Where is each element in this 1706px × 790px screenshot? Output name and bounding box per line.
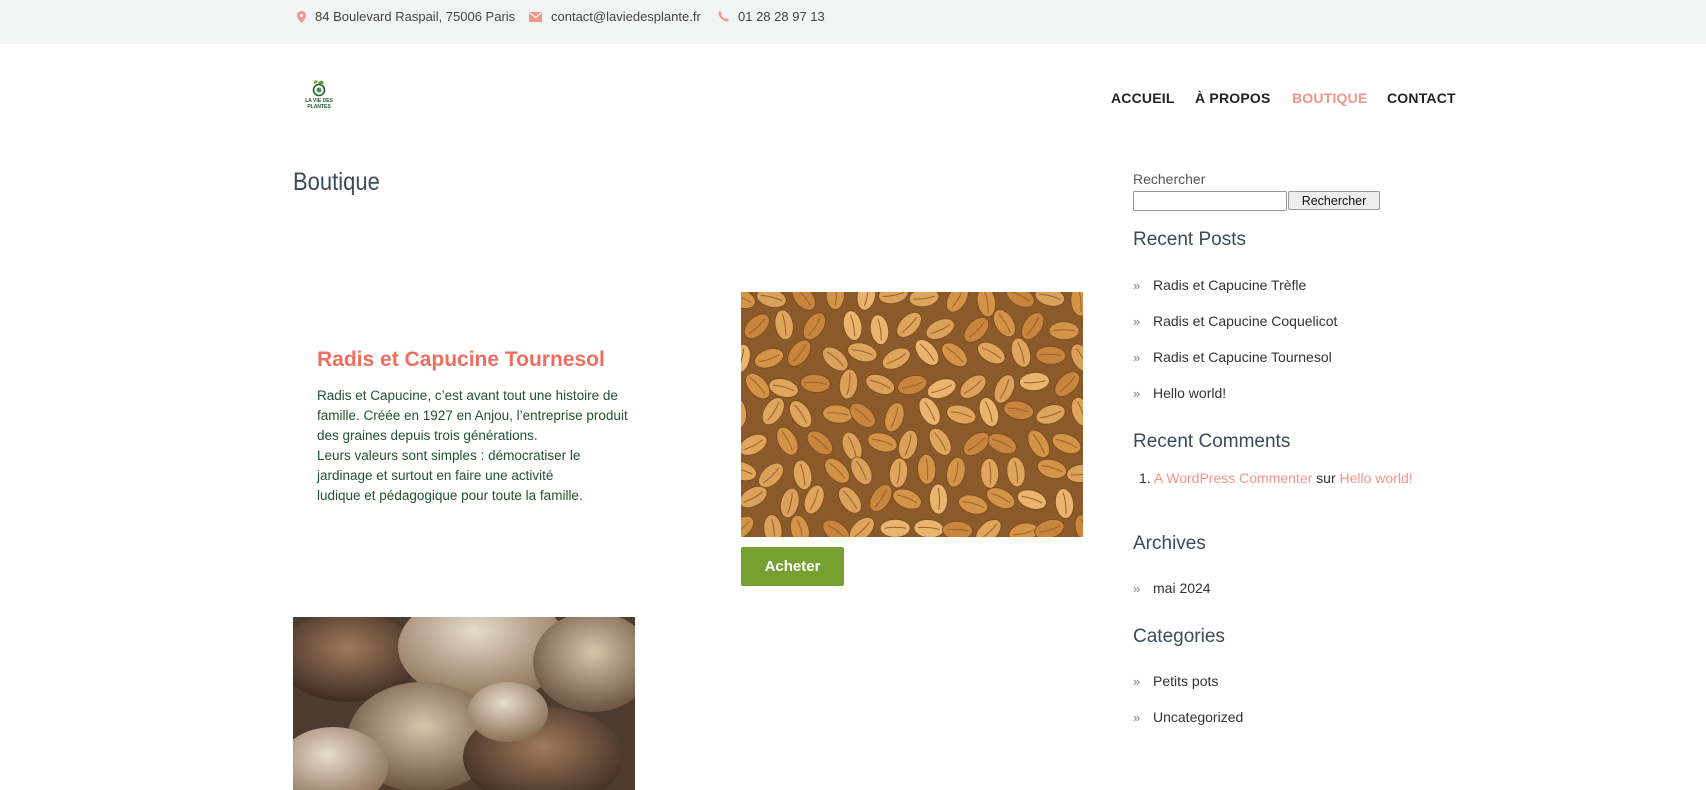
nav-accueil[interactable]: ACCUEIL: [1111, 90, 1175, 106]
chevron-right-icon: »: [1133, 673, 1141, 689]
phone-icon: [718, 11, 729, 22]
nav-boutique[interactable]: BOUTIQUE: [1292, 90, 1368, 106]
comment-author-link[interactable]: A WordPress Commenter: [1154, 470, 1312, 486]
product-desc-line: Radis et Capucine, c’est avant tout une …: [317, 388, 618, 403]
wheat-seeds-image: [741, 292, 1083, 537]
email-info[interactable]: contact@laviedesplante.fr: [529, 9, 701, 24]
email-link[interactable]: contact@laviedesplante.fr: [551, 9, 701, 24]
map-marker-icon: [297, 10, 306, 23]
chevron-right-icon: »: [1133, 709, 1141, 725]
comment-separator: sur: [1316, 470, 1336, 486]
product-desc-line: Leurs valeurs sont simples : démocratise…: [317, 448, 581, 463]
phone-info[interactable]: 01 28 28 97 13: [718, 9, 825, 24]
svg-text:PLANTES: PLANTES: [307, 104, 331, 110]
page-title: Boutique: [293, 168, 380, 196]
product-desc-line: famille. Créée en 1927 en Anjou, l’entre…: [317, 408, 628, 423]
categories-list: » Petits pots » Uncategorized: [1133, 663, 1243, 735]
chevron-right-icon: »: [1133, 385, 1141, 401]
envelope-icon: [529, 11, 542, 22]
categories-title: Categories: [1133, 626, 1225, 647]
recent-posts-title: Recent Posts: [1133, 229, 1246, 250]
address-text: 84 Boulevard Raspail, 75006 Paris: [315, 9, 516, 24]
buckwheat-seeds-image: [293, 617, 635, 790]
top-info-bar: 84 Boulevard Raspail, 75006 Paris contac…: [0, 0, 1706, 44]
recent-post-item[interactable]: » Radis et Capucine Trèfle: [1133, 267, 1337, 303]
recent-posts-list: » Radis et Capucine Trèfle » Radis et Capu…: [1133, 267, 1337, 411]
product-desc-line: ludique et pédagogique pour toute la fam…: [317, 488, 583, 503]
recent-post-item[interactable]: » Radis et Capucine Coquelicot: [1133, 303, 1337, 339]
chevron-right-icon: »: [1133, 313, 1141, 329]
recent-post-item[interactable]: » Radis et Capucine Tournesol: [1133, 339, 1337, 375]
comment-post-link[interactable]: Hello world!: [1340, 470, 1413, 486]
search-label: Rechercher: [1133, 171, 1206, 187]
category-item[interactable]: » Uncategorized: [1133, 699, 1243, 735]
search-button[interactable]: Rechercher: [1288, 191, 1380, 210]
nav-a-propos[interactable]: À PROPOS: [1195, 90, 1271, 106]
phone-text[interactable]: 01 28 28 97 13: [738, 9, 825, 24]
recent-comments-title: Recent Comments: [1133, 431, 1291, 452]
product-desc-line: jardinage et surtout en faire une activi…: [317, 468, 554, 483]
search-input[interactable]: [1133, 191, 1287, 211]
product-desc-line: des graines depuis trois générations.: [317, 428, 538, 443]
product-title[interactable]: Radis et Capucine Tournesol: [317, 348, 605, 372]
archives-list: » mai 2024: [1133, 570, 1211, 606]
nav-contact[interactable]: CONTACT: [1387, 90, 1456, 106]
comment-number: 1.: [1139, 470, 1151, 486]
product-description: Radis et Capucine, c’est avant tout une …: [317, 386, 657, 506]
address-info: 84 Boulevard Raspail, 75006 Paris: [297, 9, 515, 24]
site-logo[interactable]: LA VIE DES PLANTES: [301, 79, 337, 115]
chevron-right-icon: »: [1133, 277, 1141, 293]
buy-button[interactable]: Acheter: [741, 547, 844, 586]
archive-item[interactable]: » mai 2024: [1133, 570, 1211, 606]
archives-title: Archives: [1133, 533, 1206, 554]
chevron-right-icon: »: [1133, 349, 1141, 365]
category-item[interactable]: » Petits pots: [1133, 663, 1243, 699]
recent-post-item[interactable]: » Hello world!: [1133, 375, 1337, 411]
chevron-right-icon: »: [1133, 580, 1141, 596]
recent-comment-item: 1. A WordPress Commenter sur Hello world…: [1139, 470, 1413, 486]
